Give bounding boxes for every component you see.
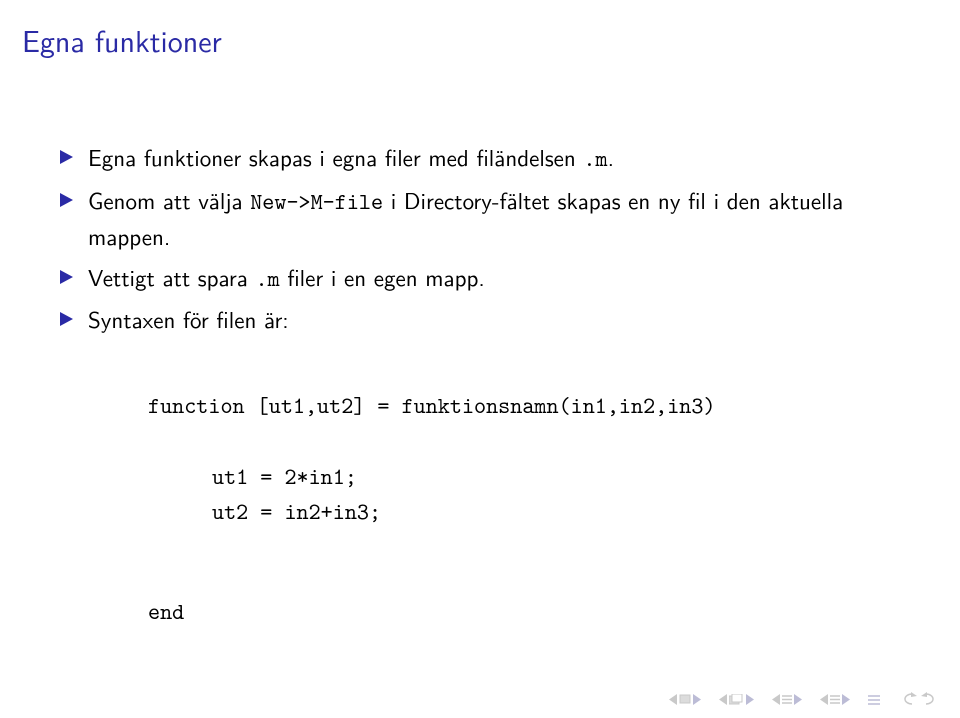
bullet-3-text-b: filer i en egen mapp.: [280, 260, 485, 294]
slide-content: Egna funktioner skapas i egna filer med …: [60, 140, 900, 630]
nav-next-subsection-icon[interactable]: [842, 694, 850, 705]
triangle-icon: [60, 150, 73, 164]
nav-slide-group[interactable]: [669, 694, 701, 705]
bullet-2-code: New->M-file: [250, 187, 383, 217]
nav-subsection-icon[interactable]: [830, 694, 840, 705]
nav-frame-icon[interactable]: [729, 694, 744, 705]
nav-section-group[interactable]: [772, 694, 802, 705]
nav-next-slide-icon[interactable]: [693, 694, 701, 705]
code-line-2: ut1 = 2*in1;: [148, 460, 900, 496]
code-block: function [ut1,ut2] = funktionsnamn(in1,i…: [148, 389, 900, 631]
bullet-1-text-a: Egna funktioner skapas i egna filer med …: [88, 140, 583, 174]
triangle-icon: [60, 270, 73, 284]
bullet-4-text: Syntaxen för filen är:: [88, 302, 289, 336]
code-line-4: end: [148, 595, 900, 631]
nav-slide-icon[interactable]: [679, 694, 691, 704]
nav-prev-frame-icon[interactable]: [719, 694, 727, 705]
nav-prev-subsection-icon[interactable]: [820, 694, 828, 705]
code-line-3: ut2 = in2+in3;: [148, 495, 900, 531]
bullet-item-4: Syntaxen för filen är:: [60, 302, 900, 337]
bullet-3-code: .m: [256, 264, 280, 294]
slide-title: Egna funktioner: [22, 18, 222, 62]
nav-back-forward-group[interactable]: [898, 692, 940, 706]
bullet-item-1: Egna funktioner skapas i egna filer med …: [60, 140, 900, 177]
bullet-3-text-a: Vettigt att spara: [88, 260, 256, 294]
nav-next-section-icon[interactable]: [794, 694, 802, 705]
bullet-2-text-a: Genom att välja: [88, 183, 250, 217]
triangle-icon: [60, 193, 73, 207]
bullet-item-3: Vettigt att spara .m filer i en egen map…: [60, 260, 900, 297]
beamer-nav: [669, 692, 940, 706]
triangle-icon: [60, 312, 73, 326]
nav-section-icon[interactable]: [782, 694, 792, 705]
nav-frame-group[interactable]: [719, 694, 754, 705]
bullet-1-text-b: .: [608, 140, 614, 174]
bullet-item-2: Genom att välja New->M-file i Directory-…: [60, 183, 900, 254]
bullet-list: Egna funktioner skapas i egna filer med …: [60, 140, 900, 337]
code-line-1: function [ut1,ut2] = funktionsnamn(in1,i…: [148, 391, 716, 421]
nav-next-frame-icon[interactable]: [746, 694, 754, 705]
nav-forward-icon[interactable]: [920, 692, 940, 706]
bullet-1-code: .m: [583, 144, 607, 174]
nav-prev-section-icon[interactable]: [772, 694, 780, 705]
nav-appendix-icon[interactable]: [868, 693, 880, 706]
nav-subsection-group[interactable]: [820, 694, 850, 705]
nav-prev-slide-icon[interactable]: [669, 694, 677, 705]
nav-back-icon[interactable]: [898, 692, 918, 706]
